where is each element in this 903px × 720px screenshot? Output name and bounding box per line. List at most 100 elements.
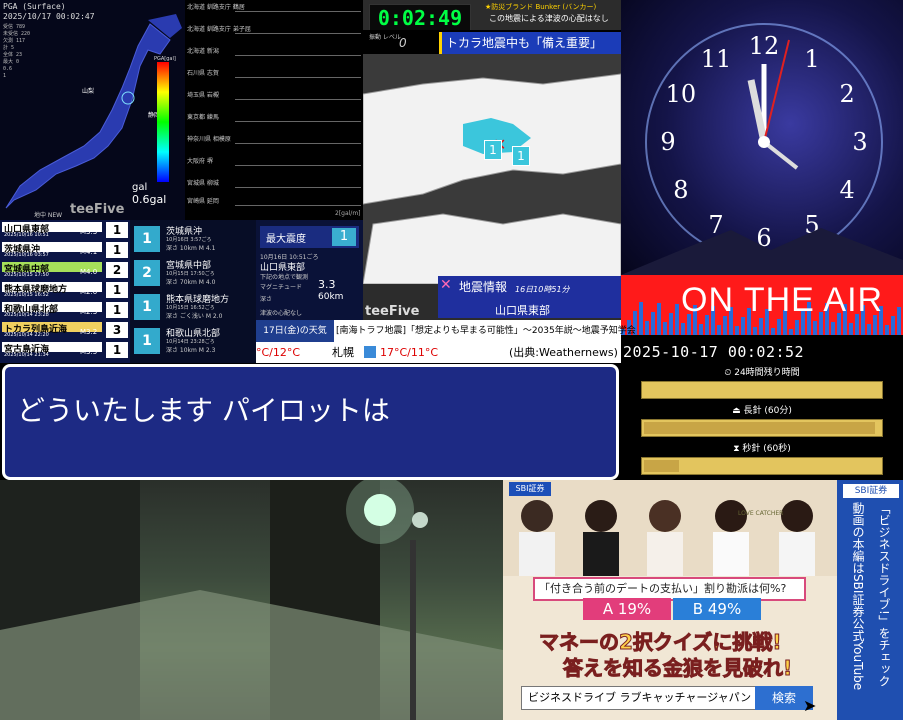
detail-magnitude: M 2.0 xyxy=(205,313,223,320)
magnitude-label: マグニチュード xyxy=(260,284,303,291)
station-label: 北海道 釧路支庁 弟子屈 xyxy=(187,26,251,33)
equalizer-bar xyxy=(669,313,673,335)
stat-line: 計 5 xyxy=(3,45,15,51)
equalizer-bar xyxy=(675,304,679,335)
equalizer-bar xyxy=(885,325,889,335)
station-label: 宮城県 柳城 xyxy=(187,180,219,187)
list-item-date: 2025/10/16 10:51 xyxy=(4,232,49,238)
epicenter-icon: ✕ xyxy=(440,277,452,293)
list-item-magnitude: M2.0 xyxy=(80,288,98,296)
waveform-line xyxy=(235,205,361,206)
sponsor-text: ★防災ブランド Bunker (バンカー) xyxy=(485,3,597,11)
detail-magnitude: M 4.0 xyxy=(198,279,216,286)
brand-logo: teeFive xyxy=(70,202,125,217)
sbi-logo: SBI証券 xyxy=(843,484,899,498)
current-datetime: 2025-10-17 00:02:52 xyxy=(623,343,805,361)
intensity-list-item: 宮古島近海 2025/10/14 21:34 M3.5 1 xyxy=(2,342,128,358)
equalizer-bar xyxy=(777,319,781,335)
earthquake-detail-panel: 1 茨城県沖 10月16日 3:57ごろ 深さ 10km M 4.1 2 宮城県中部 10月… xyxy=(130,220,256,363)
detail-item: 1 熊本県球磨地方 10月15日 16:52ごろ 深さ ごく浅い M 2.0 xyxy=(132,292,254,322)
progress-label: ⏏ 長針 (60分) xyxy=(621,403,903,416)
list-item-date: 2025/10/14 21:34 xyxy=(4,352,49,358)
equalizer-bar xyxy=(831,322,835,335)
eq-info-location: 山口県東部 xyxy=(495,304,550,317)
brand-logo: teeFive xyxy=(365,304,420,319)
list-item-magnitude: M4.1 xyxy=(80,248,98,256)
weather-icon xyxy=(364,346,376,358)
equalizer-bar xyxy=(645,321,649,335)
intensity-list-item: 茨城県沖 2025/10/16 03:57 M4.1 1 xyxy=(2,242,128,258)
progress-bar xyxy=(641,381,883,399)
progress-bar xyxy=(641,457,883,475)
list-item-magnitude: M3.2 xyxy=(80,328,98,336)
ad-side-line: SBI証券公式YouTube xyxy=(851,574,865,691)
intensity-list-panel: 地中 NEW 山口県東部 2025/10/16 10:51 M3.3 1 茨城県沖 202… xyxy=(0,212,130,363)
list-item-intensity: 1 xyxy=(106,302,128,318)
detail-intensity: 1 xyxy=(134,328,160,354)
seismic-map-panel: PGA (Surface) 2025/10/17 00:02:47 受信 789… xyxy=(0,0,185,220)
eq-info-title: 地震情報 xyxy=(459,280,508,294)
analog-clock-panel: 12 1 2 3 4 5 6 7 8 9 10 11 xyxy=(621,0,903,275)
tsunami-status: 津波の心配なし xyxy=(260,310,303,317)
intensity-list-item: トカラ列島近海 2025/10/14 22:20 M3.2 3 xyxy=(2,322,128,338)
intensity-list-item: 宮城県中部 2025/10/15 17:50 M4.0 2 xyxy=(2,262,128,278)
list-item-intensity: 1 xyxy=(106,342,128,358)
equalizer-bar xyxy=(651,312,655,335)
waveform-line xyxy=(235,77,361,78)
clock-number: 10 xyxy=(666,80,697,108)
waveform-line xyxy=(235,33,361,34)
station-label: 宮崎県 延岡 xyxy=(187,198,219,205)
detail-magnitude: M 4.1 xyxy=(198,245,216,252)
temperature: 17°C/11°C xyxy=(380,346,439,359)
waveform-line xyxy=(235,55,361,56)
detail-magnitude: M 2.3 xyxy=(198,347,216,354)
clock-number: 3 xyxy=(852,128,867,156)
waveform-line xyxy=(235,143,361,144)
equalizer-bar xyxy=(663,322,667,335)
on-air-banner: ON THE AIR xyxy=(621,275,903,335)
stat-line: 欠測 117 xyxy=(3,38,26,44)
intensity-marker: 1 xyxy=(484,140,502,160)
pga-title: PGA (Surface) xyxy=(3,2,66,11)
sbi-logo: SBI証券 xyxy=(509,482,551,496)
dialog-text: どういたします パイロットは xyxy=(17,394,390,427)
max-intensity-panel: 最大震度 1 10月16日 10:51ごろ 山口県東部 下記の地点で観測 マグニ… xyxy=(256,220,363,320)
source-credit: (出典:Weathernews) xyxy=(509,346,618,359)
stat-line: 最大 0 xyxy=(3,59,20,65)
mouse-cursor-icon: ➤ xyxy=(803,696,817,715)
list-item-magnitude: M3.5 xyxy=(80,348,98,356)
equalizer-bar xyxy=(759,318,763,335)
waveform-scale: 2[gal/m] xyxy=(335,210,361,217)
stat-line: 受信 789 xyxy=(3,24,26,30)
equalizer-bar xyxy=(849,323,853,335)
list-item-date: 2025/10/14 23:28 xyxy=(4,312,49,318)
ad-side-text: 動画の本編はSBI証券公式YouTube xyxy=(849,502,867,690)
vibration-level-label: 振動 レベル xyxy=(369,34,401,41)
gal-unit: gal xyxy=(132,182,148,193)
detail-date: 10月15日 17:50ごろ xyxy=(166,271,215,277)
equalizer-bar xyxy=(753,327,757,335)
waveform-panel: 北海道 釧路支庁 鶴居 北海道 釧路支庁 弟子屈 北海道 新潟 石川県 志賀 埼… xyxy=(185,0,363,220)
earthquake-map-panel: ✕ 1 1 0:02:49 ★防災ブランド Bunker (バンカー) この地震… xyxy=(363,0,621,340)
max-intensity-value: 1 xyxy=(332,228,356,246)
progress-label-text: 長針 (60分) xyxy=(743,406,792,416)
station-label: 東京都 練馬 xyxy=(187,114,219,121)
progress-label: ⧗ 秒針 (60秒) xyxy=(621,441,903,454)
list-item-magnitude: M2.3 xyxy=(80,308,98,316)
equalizer-bar xyxy=(639,302,643,335)
ad-search-input[interactable]: ビジネスドライブ ラブキャッチャージャパン xyxy=(521,686,759,710)
equalizer-bar xyxy=(699,324,703,335)
equalizer-bar xyxy=(771,328,775,335)
detail-date: 10月16日 3:57ごろ xyxy=(166,237,212,243)
equalizer-bar xyxy=(897,307,901,335)
equalizer-bar xyxy=(717,325,721,335)
stat-line: 0.6 xyxy=(3,66,13,72)
intensity-list-item: 熊本県球磨地方 2025/10/15 16:52 M2.0 1 xyxy=(2,282,128,298)
max-intensity-caption: 下記の地点で観測 xyxy=(260,274,309,281)
ad-side-line: 動画の本編は xyxy=(851,502,865,574)
equalizer-bar xyxy=(867,324,871,335)
waveform-line xyxy=(235,99,361,100)
waveform-line xyxy=(235,11,361,12)
detail-intensity: 2 xyxy=(134,260,160,286)
eq-info-datetime: 16日10時51分 xyxy=(515,285,570,294)
